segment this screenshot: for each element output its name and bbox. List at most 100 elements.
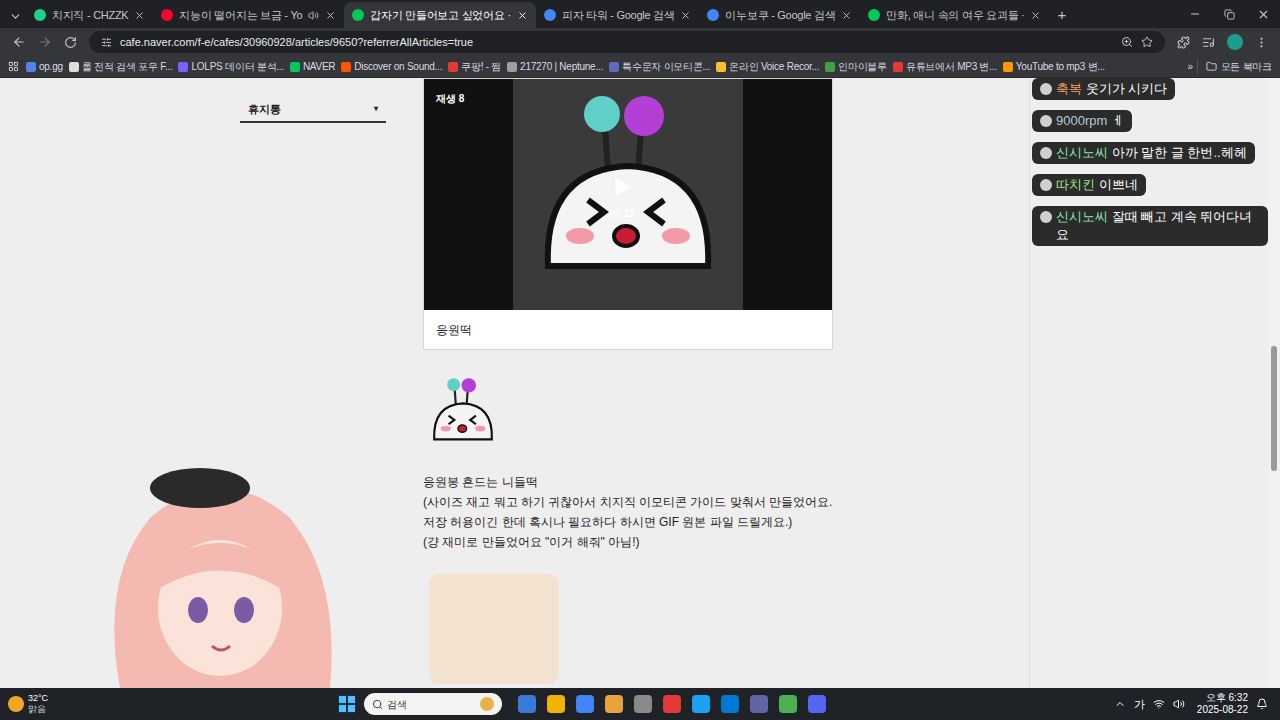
- browser-tab[interactable]: 지능이 떨어지는 브금 - Yo: [153, 2, 344, 28]
- video-player[interactable]: 재생 800:10: [424, 79, 832, 310]
- bookmark-icon: [1003, 62, 1013, 72]
- bookmark-icon: [893, 62, 903, 72]
- menu-icon[interactable]: [1255, 36, 1268, 49]
- close-icon[interactable]: [841, 10, 852, 21]
- notification-icon[interactable]: [1256, 698, 1268, 710]
- app-icon[interactable]: [634, 695, 652, 713]
- weather-text: 맑음: [28, 704, 48, 715]
- app-icon[interactable]: [576, 695, 594, 713]
- chat-text: ㅔ: [1111, 113, 1124, 128]
- close-button[interactable]: [1246, 8, 1280, 21]
- new-tab-button[interactable]: +: [1049, 2, 1074, 28]
- browser-tab[interactable]: 갑자기 만들어보고 싶었어요 ·: [344, 2, 535, 28]
- close-icon[interactable]: [517, 10, 528, 21]
- browser-tab[interactable]: 피자 타워 - Google 검색: [536, 2, 700, 28]
- bookmark[interactable]: LOLPS 데이터 분석...: [175, 59, 286, 74]
- tab-label: 지능이 떨어지는 브금 - Yo: [179, 7, 302, 24]
- app-icon[interactable]: [750, 695, 768, 713]
- bookmarks-more[interactable]: »: [1183, 59, 1196, 74]
- close-icon[interactable]: [134, 10, 145, 21]
- weather-widget[interactable]: 32°C맑음: [8, 693, 338, 715]
- media-icon[interactable]: [1202, 36, 1215, 49]
- reload-icon[interactable]: [64, 36, 77, 49]
- clock[interactable]: 오후 6:322025-08-22: [1197, 692, 1248, 716]
- zoom-icon[interactable]: [1121, 36, 1133, 48]
- windows-start-icon[interactable]: [338, 695, 356, 713]
- close-icon[interactable]: [680, 10, 691, 21]
- ime-indicator[interactable]: 가: [1134, 696, 1145, 713]
- taskbar-search[interactable]: 검색: [364, 693, 502, 715]
- bookmark[interactable]: 유튜브에서 MP3 변...: [890, 59, 1000, 74]
- bookmark[interactable]: Discover on Sound...: [338, 59, 445, 74]
- restore-button[interactable]: [1212, 9, 1246, 20]
- thanks-sticker: [429, 574, 559, 684]
- play-icon: [609, 174, 635, 200]
- bookmark-icon: [716, 62, 726, 72]
- chat-name: 9000rpm: [1056, 113, 1107, 128]
- site-info-icon[interactable]: [101, 37, 112, 48]
- taskbar: 32°C맑음 검색 가 오후 6:322025-08-22: [0, 688, 1280, 720]
- app-icon[interactable]: [721, 695, 739, 713]
- tab-search-button[interactable]: [4, 4, 26, 28]
- chat-text: 이쁘네: [1099, 177, 1138, 192]
- close-icon[interactable]: [1030, 10, 1041, 21]
- address-bar[interactable]: cafe.naver.com/f-e/cafes/30960928/articl…: [89, 31, 1165, 53]
- minimize-button[interactable]: [1178, 8, 1212, 20]
- app-icon[interactable]: [547, 695, 565, 713]
- tray-overflow-icon[interactable]: [1114, 698, 1126, 710]
- tab-list: 치지직 - CHZZK 지능이 떨어지는 브금 - Yo 갑자기 만들어보고 싶었어…: [26, 2, 1074, 28]
- bookmark[interactable]: NAVER: [287, 59, 338, 74]
- forward-icon[interactable]: [38, 35, 52, 49]
- all-bookmarks[interactable]: 모든 북마크: [1197, 59, 1272, 74]
- chevron-down-icon: [9, 10, 22, 23]
- avatar-overlay: [80, 458, 360, 688]
- bookmark-icon: [26, 62, 36, 72]
- profile-icon[interactable]: [1227, 34, 1243, 50]
- app-icon[interactable]: [663, 695, 681, 713]
- bookmark[interactable]: 인마이블루: [822, 59, 890, 74]
- bookmark[interactable]: YouTube to mp3 변...: [1000, 59, 1108, 74]
- bookmark[interactable]: op.gg: [23, 59, 66, 74]
- badge-icon: [1040, 147, 1052, 159]
- scrollbar-thumb[interactable]: [1271, 346, 1277, 471]
- scrollbar[interactable]: [1268, 78, 1280, 688]
- article-text: 응원봉 흔드는 니들떡(사이즈 재고 뭐고 하기 귀찮아서 치지직 이모티콘 가…: [423, 472, 833, 552]
- network-icon[interactable]: [1153, 698, 1165, 710]
- extensions-icon[interactable]: [1177, 36, 1190, 49]
- close-icon[interactable]: [325, 10, 336, 21]
- back-icon[interactable]: [12, 35, 26, 49]
- app-icon[interactable]: [779, 695, 797, 713]
- volume-icon[interactable]: [1173, 698, 1185, 710]
- weather-temp: 32°C: [28, 693, 48, 704]
- bookmark[interactable]: 217270 | Neptune...: [504, 59, 606, 74]
- chat-name: 따치킨: [1056, 177, 1095, 192]
- browser-tab[interactable]: 치지직 - CHZZK: [26, 2, 153, 28]
- tab-label: 만화, 애니 속의 여우 요괴들 ·: [886, 7, 1024, 24]
- url-text: cafe.naver.com/f-e/cafes/30960928/articl…: [120, 34, 473, 51]
- browser-tab[interactable]: 이누보쿠 - Google 검색: [699, 2, 860, 28]
- badge-icon: [1040, 115, 1052, 127]
- app-icon[interactable]: [518, 695, 536, 713]
- minimize-icon: [1189, 8, 1201, 20]
- chat-text: 아까 말한 글 한번..헤헤: [1112, 145, 1247, 160]
- app-icon[interactable]: [605, 695, 623, 713]
- favicon-icon: [868, 9, 880, 21]
- bookmark[interactable]: 온라인 Voice Recor...: [713, 59, 822, 74]
- app-icon[interactable]: [692, 695, 710, 713]
- tab-label: 이누보쿠 - Google 검색: [725, 7, 835, 24]
- bookmark[interactable]: 쿠팡! - 쩜: [445, 59, 504, 74]
- sidebar-item[interactable]: 휴지통▾: [240, 98, 386, 123]
- bookmark[interactable]: 롤 전적 검색 포우 F...: [66, 59, 176, 74]
- chat-message: 신시노씨 잘때 빼고 계속 뛰어다녀요: [1032, 206, 1268, 246]
- folder-icon: [1206, 61, 1217, 72]
- bookmark[interactable]: 특수문자 이모티콘...: [606, 59, 713, 74]
- app-icon[interactable]: [808, 695, 826, 713]
- star-icon[interactable]: [1141, 36, 1153, 48]
- search-highlight-icon: [480, 697, 494, 711]
- browser-tab[interactable]: 만화, 애니 속의 여우 요괴들 ·: [860, 2, 1049, 28]
- apps-icon[interactable]: [8, 61, 19, 72]
- play-overlay[interactable]: 00:10: [609, 174, 635, 221]
- favicon-icon: [352, 9, 364, 21]
- speaker-icon: [308, 10, 319, 21]
- tab-label: 피자 타워 - Google 검색: [562, 7, 675, 24]
